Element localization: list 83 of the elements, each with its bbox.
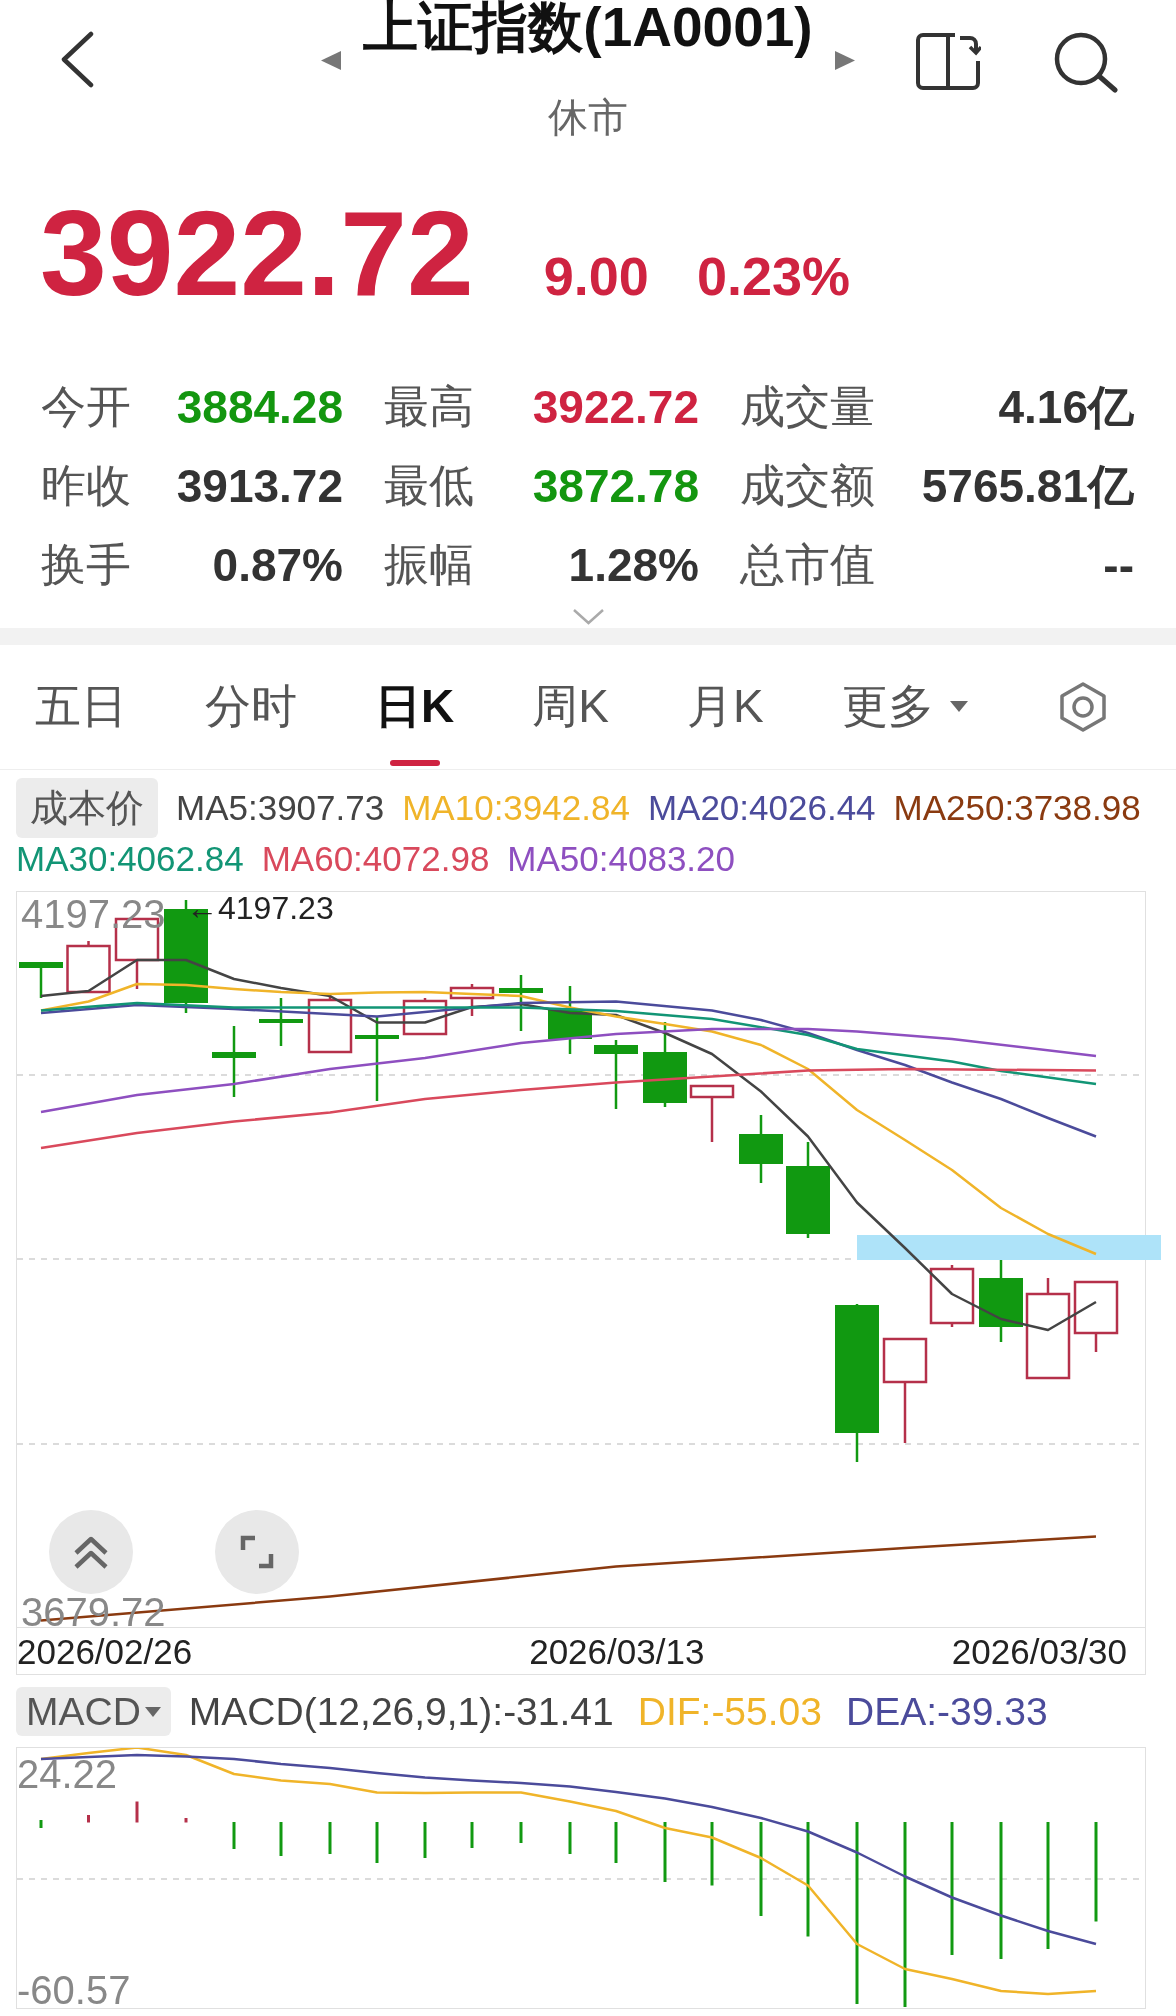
histogram-bar — [710, 1822, 714, 1886]
stat-label: 成交量 — [740, 381, 875, 432]
stat-label: 最低 — [384, 460, 474, 511]
indicator-selector[interactable]: MACD — [16, 1687, 171, 1736]
caret-down-icon — [949, 700, 968, 712]
chart-tab[interactable]: 日K — [375, 645, 455, 766]
settings-icon[interactable] — [1060, 682, 1106, 732]
search-icon[interactable] — [1053, 31, 1119, 93]
change-percent-text: 0.23% — [696, 249, 850, 303]
histogram-bar — [423, 1822, 427, 1858]
stat-value: 3884.28 — [176, 381, 343, 432]
histogram-bar — [470, 1822, 474, 1848]
split-screen-icon[interactable] — [915, 31, 981, 91]
ma-legend-text: MA20:4026.44 — [647, 787, 876, 829]
chart-tab[interactable]: 周K — [532, 645, 609, 766]
axis-max-label: 24.22 — [17, 1754, 118, 1794]
stat-value: 3913.72 — [176, 460, 343, 511]
filled-candle — [19, 962, 63, 998]
stat-value: -- — [1103, 539, 1134, 590]
axis-min-label: -60.57 — [17, 1970, 131, 2010]
stat-label: 振幅 — [384, 539, 474, 590]
ma-legend-text: MA5:3907.73 — [176, 787, 385, 829]
next-triangle-icon[interactable] — [834, 51, 855, 70]
max-price-marker: ←4197.23 — [186, 892, 334, 924]
hollow-candle — [929, 1265, 975, 1327]
ma-legend-text: MA50:4083.20 — [507, 838, 735, 880]
stat-value: 4.16亿 — [998, 381, 1134, 432]
ma-legend-text: MA10:3942.84 — [402, 787, 630, 829]
filled-candle — [259, 998, 303, 1046]
histogram-bar — [279, 1822, 283, 1856]
stat-label: 昨收 — [41, 460, 131, 511]
stat-label: 换手 — [41, 539, 131, 590]
filled-candle — [548, 986, 592, 1054]
ma-legend-text: MA30:4062.84 — [16, 838, 244, 880]
histogram-bar — [87, 1815, 90, 1823]
expand-corners-icon — [240, 1535, 274, 1569]
histogram-bar — [135, 1801, 139, 1823]
chart-tab[interactable]: 更多 — [841, 645, 968, 766]
macd-legend-text: DIF:-55.03 — [637, 1689, 822, 1735]
axis-max-label: 4197.23 — [21, 894, 166, 934]
filled-candle — [212, 1026, 256, 1097]
filled-candle — [739, 1115, 783, 1183]
stat-label: 最高 — [384, 381, 474, 432]
ma-legend-text: MA250:3738.98 — [893, 787, 1141, 829]
stat-label: 成交额 — [740, 460, 875, 511]
filled-candle — [594, 1040, 638, 1109]
histogram-bar — [663, 1822, 667, 1882]
filled-candle — [499, 975, 543, 1031]
cost-price-button[interactable]: 成本价 — [16, 778, 158, 838]
histogram-bar — [328, 1822, 332, 1854]
stat-value: 3922.72 — [532, 381, 699, 432]
price-text: 3922.72 — [40, 193, 474, 313]
hollow-candle — [66, 941, 111, 994]
caret-down-icon — [144, 1706, 161, 1717]
histogram-bar — [519, 1822, 523, 1843]
chart-tab[interactable]: 分时 — [205, 645, 297, 766]
date-label: 2026/02/26 — [17, 1633, 193, 1669]
change-text: 9.00 — [543, 249, 649, 303]
stat-value: 0.87% — [212, 539, 343, 590]
back-icon[interactable] — [60, 31, 94, 88]
histogram-bar — [568, 1822, 572, 1854]
ma-legend-text: MA60:4072.98 — [261, 838, 490, 880]
market-status-text: 休市 — [548, 97, 628, 137]
chart-tab[interactable]: 月K — [686, 645, 764, 766]
histogram-bar — [375, 1822, 379, 1863]
stat-label: 总市值 — [740, 539, 875, 590]
histogram-bar — [184, 1818, 188, 1823]
macd-legend-text: DEA:-39.33 — [845, 1689, 1048, 1735]
histogram-bar — [39, 1820, 43, 1828]
macd-value-text: MACD(12,26,9,1):-31.41 — [188, 1689, 614, 1735]
hollow-candle — [449, 984, 495, 1016]
date-label: 2026/03/13 — [529, 1633, 705, 1669]
stat-value: 5765.81亿 — [921, 460, 1134, 511]
chart-tab[interactable]: 五日 — [35, 645, 127, 766]
histogram-bar — [232, 1822, 236, 1849]
hollow-candle — [1073, 1280, 1119, 1352]
hollow-candle — [689, 1084, 735, 1142]
stat-value: 1.28% — [568, 539, 699, 590]
previous-triangle-icon[interactable] — [321, 51, 342, 70]
stat-label: 今开 — [41, 381, 131, 432]
stat-value: 3872.78 — [532, 460, 699, 511]
histogram-bar — [614, 1822, 618, 1863]
date-label: 2026/03/30 — [951, 1633, 1127, 1669]
